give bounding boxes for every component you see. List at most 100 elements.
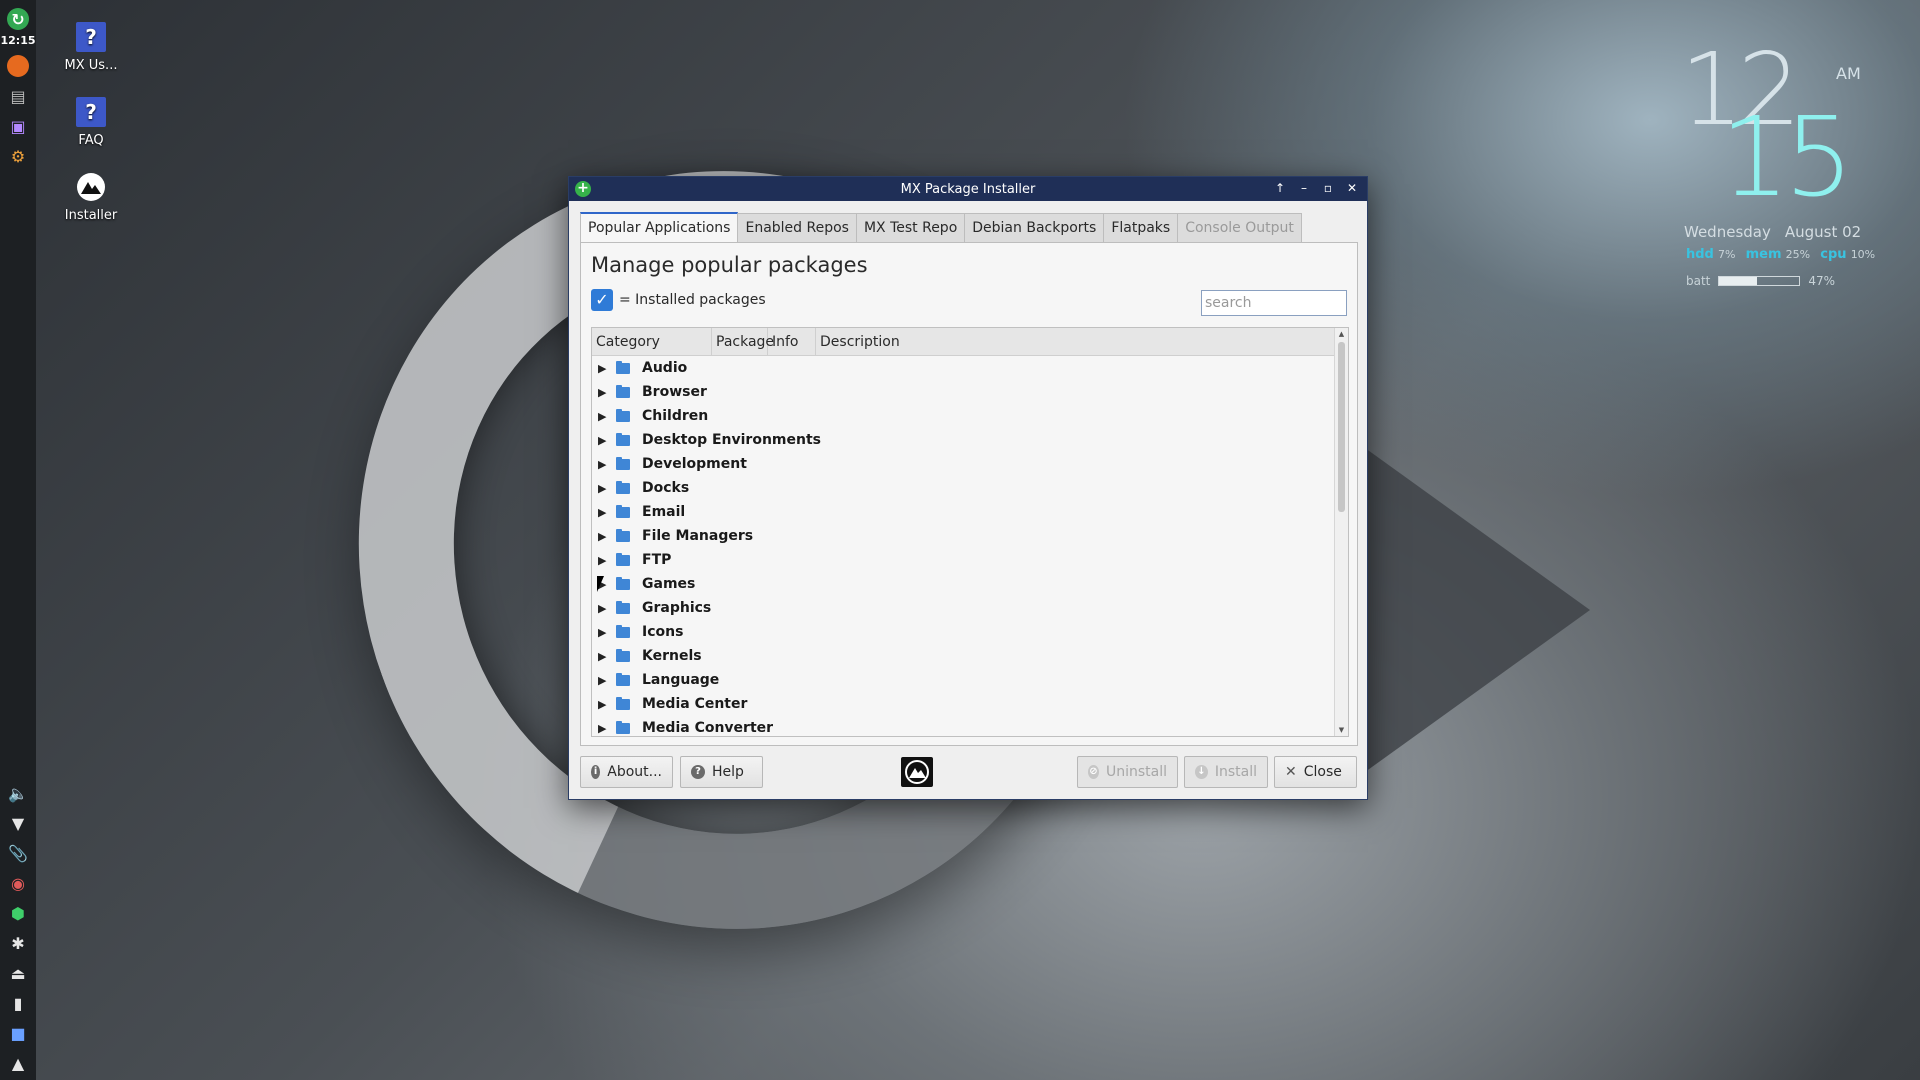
scrollbar-thumb[interactable] bbox=[1338, 342, 1345, 512]
tree-row-category[interactable]: ▶ Graphics bbox=[592, 596, 1334, 620]
installed-legend: ✓ = Installed packages bbox=[591, 289, 766, 311]
expand-arrow-icon[interactable]: ▶ bbox=[598, 698, 608, 711]
file-manager-icon[interactable]: ▤ bbox=[7, 85, 29, 107]
battery-icon[interactable]: ▮ bbox=[7, 992, 29, 1014]
expand-arrow-icon[interactable]: ▶ bbox=[598, 506, 608, 519]
desktop-icon-installer[interactable]: Installer bbox=[46, 172, 136, 223]
tree-row-category[interactable]: ▶ FTP bbox=[592, 548, 1334, 572]
tree-scrollbar[interactable]: ▲ ▼ bbox=[1334, 328, 1348, 736]
wallpaper-triangle bbox=[1340, 430, 1590, 790]
folder-icon bbox=[616, 384, 630, 398]
folder-icon bbox=[616, 672, 630, 686]
help-icon: ? bbox=[76, 97, 106, 127]
tab-debian-backports[interactable]: Debian Backports bbox=[965, 213, 1105, 243]
expand-arrow-icon[interactable]: ▶ bbox=[598, 362, 608, 375]
tree-row-category[interactable]: ▶ Email bbox=[592, 500, 1334, 524]
firefox-icon[interactable] bbox=[7, 55, 29, 77]
folder-icon bbox=[616, 600, 630, 614]
tree-row-category[interactable]: ▶ File Managers bbox=[592, 524, 1334, 548]
cpu-label: cpu bbox=[1820, 247, 1847, 262]
tree-row-category[interactable]: ▶ Kernels bbox=[592, 644, 1334, 668]
tree-row-category[interactable]: ▶ Development bbox=[592, 452, 1334, 476]
category-label: Children bbox=[642, 408, 709, 424]
expand-arrow-icon[interactable]: ▶ bbox=[598, 554, 608, 567]
tree-row-category[interactable]: ▶ Browser bbox=[592, 380, 1334, 404]
screenshot-icon[interactable]: ▣ bbox=[7, 115, 29, 137]
column-header-category[interactable]: Category bbox=[592, 328, 712, 355]
help-button[interactable]: ? Help bbox=[680, 756, 763, 788]
tree-row-category[interactable]: ▶ Media Converter bbox=[592, 716, 1334, 736]
workspace-icon[interactable]: ■ bbox=[7, 1022, 29, 1044]
close-button[interactable]: ✕ Close bbox=[1274, 756, 1357, 788]
expand-arrow-icon[interactable]: ▶ bbox=[598, 602, 608, 615]
keep-above-icon[interactable]: ↑ bbox=[1273, 180, 1287, 196]
tree-row-category[interactable]: ▶ Docks bbox=[592, 476, 1334, 500]
tab-popular-applications[interactable]: Popular Applications bbox=[580, 212, 739, 243]
maximize-icon[interactable]: ▫ bbox=[1321, 180, 1335, 196]
folder-icon bbox=[616, 624, 630, 638]
folder-icon bbox=[616, 432, 630, 446]
clipboard-icon[interactable]: 📎 bbox=[7, 842, 29, 864]
mouse-cursor bbox=[597, 576, 604, 592]
tab-mx-test-repo[interactable]: MX Test Repo bbox=[856, 213, 966, 243]
column-header-info[interactable]: Info bbox=[768, 328, 816, 355]
expand-arrow-icon[interactable]: ▶ bbox=[598, 482, 608, 495]
bluetooth-icon[interactable]: ✱ bbox=[7, 932, 29, 954]
expand-arrow-icon[interactable]: ▶ bbox=[598, 386, 608, 399]
window-titlebar[interactable]: + MX Package Installer ↑ – ▫ ✕ bbox=[569, 177, 1367, 201]
category-label: Docks bbox=[642, 480, 690, 496]
expand-arrow-icon[interactable]: ▶ bbox=[598, 410, 608, 423]
expand-arrow-icon[interactable]: ▶ bbox=[598, 458, 608, 471]
tab-enabled-repos[interactable]: Enabled Repos bbox=[738, 213, 857, 243]
window-title: MX Package Installer bbox=[900, 181, 1036, 197]
category-label: Development bbox=[642, 456, 747, 472]
conky-date: Wednesday August 02 bbox=[1684, 223, 1861, 241]
panel-clock[interactable]: 12:15 bbox=[0, 34, 35, 47]
category-label: Graphics bbox=[642, 600, 712, 616]
desktop-icon-mx-users-manual[interactable]: ? MX Us... bbox=[46, 22, 136, 73]
package-installer-window: + MX Package Installer ↑ – ▫ ✕ Popular A… bbox=[568, 176, 1368, 800]
tree-row-category[interactable]: ▶ Language bbox=[592, 668, 1334, 692]
expand-arrow-icon[interactable]: ▶ bbox=[598, 674, 608, 687]
package-installer-icon[interactable]: ⚙ bbox=[7, 145, 29, 167]
expand-arrow-icon[interactable]: ▶ bbox=[598, 530, 608, 543]
desktop-icon-faq[interactable]: ? FAQ bbox=[46, 97, 136, 148]
question-icon: ? bbox=[691, 765, 705, 779]
scroll-down-icon[interactable]: ▼ bbox=[1335, 724, 1348, 736]
folder-icon bbox=[616, 480, 630, 494]
tab-flatpaks[interactable]: Flatpaks bbox=[1104, 213, 1179, 243]
package-icon[interactable]: ⬢ bbox=[7, 902, 29, 924]
expand-arrow-icon[interactable]: ▶ bbox=[598, 434, 608, 447]
minimize-icon[interactable]: – bbox=[1297, 180, 1311, 196]
network-icon[interactable]: ▼ bbox=[7, 812, 29, 834]
desktop-icon-label: Installer bbox=[64, 208, 118, 223]
tree-row-category[interactable]: ▶ Desktop Environments bbox=[592, 428, 1334, 452]
install-button[interactable]: ↓ Install bbox=[1184, 756, 1268, 788]
tree-row-category[interactable]: ▶ Children bbox=[592, 404, 1334, 428]
mx-logo-icon bbox=[901, 757, 933, 787]
uninstall-button[interactable]: ⊘ Uninstall bbox=[1077, 756, 1178, 788]
column-header-description[interactable]: Description bbox=[816, 328, 1348, 355]
tree-row-category[interactable]: ▶ Audio bbox=[592, 356, 1334, 380]
eject-icon[interactable]: ⏏ bbox=[7, 962, 29, 984]
expand-arrow-icon[interactable]: ▶ bbox=[598, 626, 608, 639]
tree-row-category[interactable]: ▶ Media Center bbox=[592, 692, 1334, 716]
tree-row-category[interactable]: ▶ Games bbox=[592, 572, 1334, 596]
tree-row-category[interactable]: ▶ Icons bbox=[592, 620, 1334, 644]
expand-arrow-icon[interactable]: ▶ bbox=[598, 722, 608, 735]
tab-bar: Popular Applications Enabled Repos MX Te… bbox=[580, 212, 1302, 243]
search-input[interactable] bbox=[1201, 290, 1347, 316]
conky-day: Wednesday bbox=[1684, 223, 1771, 241]
updater-icon[interactable]: ◉ bbox=[7, 872, 29, 894]
scroll-up-icon[interactable]: ▲ bbox=[1335, 328, 1348, 340]
volume-icon[interactable]: 🔈 bbox=[7, 782, 29, 804]
expand-arrow-icon[interactable]: ▶ bbox=[598, 650, 608, 663]
close-window-icon[interactable]: ✕ bbox=[1345, 180, 1359, 196]
category-label: Language bbox=[642, 672, 720, 688]
hdd-value: 7% bbox=[1718, 248, 1736, 261]
mx-menu-icon[interactable]: ▲ bbox=[7, 1052, 29, 1074]
column-header-package[interactable]: Package bbox=[712, 328, 774, 355]
update-notifier-icon[interactable]: ↻ bbox=[7, 8, 29, 30]
about-button[interactable]: i About... bbox=[580, 756, 673, 788]
tab-console-output[interactable]: Console Output bbox=[1178, 213, 1302, 243]
